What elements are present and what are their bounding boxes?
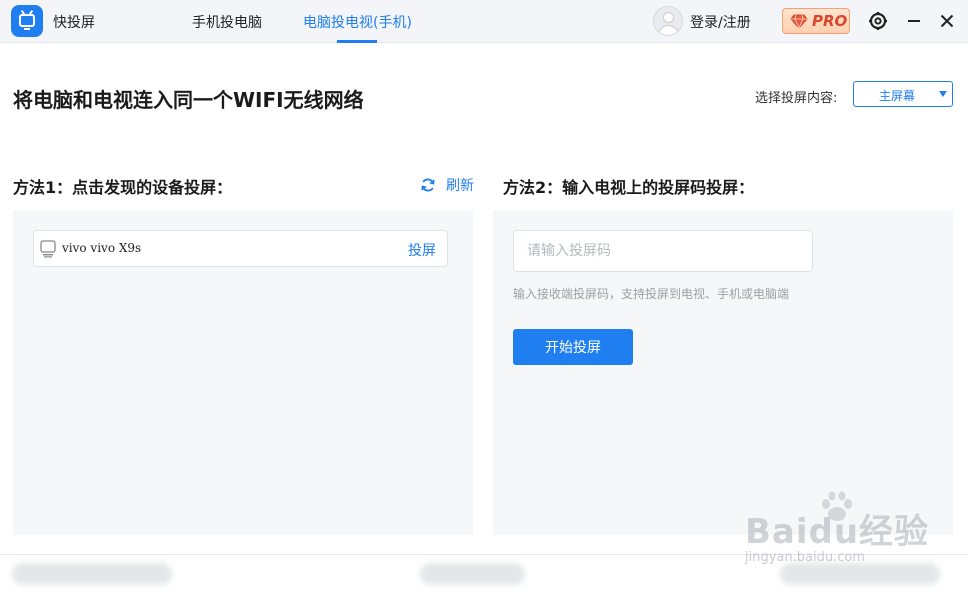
device-list-item[interactable]: vivo vivo X9s 投屏 [33, 230, 448, 267]
close-icon [940, 14, 954, 28]
cast-code-hint: 输入接收端投屏码，支持投屏到电视、手机或电脑端 [513, 287, 790, 301]
method1-title: 方法1：点击发现的设备投屏： [13, 178, 233, 197]
baidu-watermark: Baidu经验 jingyan.baidu.com [745, 490, 955, 574]
diamond-icon [790, 14, 808, 29]
refresh-label: 刷新 [446, 178, 474, 194]
device-name: vivo vivo X9s [62, 241, 142, 255]
watermark-url: jingyan.baidu.com [745, 550, 865, 565]
minimize-button[interactable] [901, 8, 927, 34]
cast-content-label: 选择投屏内容: [755, 91, 838, 106]
refresh-button[interactable]: 刷新 [420, 175, 474, 195]
start-cast-button[interactable]: 开始投屏 [513, 329, 633, 365]
device-list-panel: vivo vivo X9s 投屏 [13, 210, 473, 535]
tv-icon [40, 240, 56, 258]
tab-phone-to-pc[interactable]: 手机投电脑 [192, 12, 262, 32]
avatar-icon[interactable] [653, 6, 683, 36]
cast-code-input[interactable] [513, 230, 813, 272]
chevron-down-icon [939, 91, 947, 97]
cast-button[interactable]: 投屏 [408, 240, 436, 260]
blurred-status-left [12, 563, 172, 585]
cast-content-value: 主屏幕 [878, 89, 915, 103]
refresh-icon [421, 178, 435, 192]
settings-icon [869, 12, 887, 30]
cast-code-panel: 输入接收端投屏码，支持投屏到电视、手机或电脑端 开始投屏 [493, 210, 953, 535]
app-logo-icon [11, 5, 43, 37]
close-button[interactable] [934, 8, 960, 34]
page-title: 将电脑和电视连入同一个WIFI无线网络 [13, 88, 364, 112]
watermark-text: Baidu经验 [745, 512, 930, 552]
pro-label: PRO [812, 12, 848, 30]
cast-content-select[interactable]: 主屏幕 [853, 81, 953, 107]
title-bar: 快投屏 手机投电脑 电脑投电视(手机) 登录/注册 PRO [0, 0, 968, 43]
app-name: 快投屏 [53, 15, 95, 31]
blurred-status-center [420, 563, 525, 585]
pro-badge-button[interactable]: PRO [782, 8, 850, 34]
settings-button[interactable] [865, 8, 891, 34]
minimize-icon [908, 20, 920, 22]
login-register-link[interactable]: 登录/注册 [690, 12, 751, 32]
active-tab-indicator [337, 40, 377, 43]
method2-title: 方法2：输入电视上的投屏码投屏： [503, 178, 755, 197]
tab-pc-to-tv[interactable]: 电脑投电视(手机) [303, 12, 412, 32]
